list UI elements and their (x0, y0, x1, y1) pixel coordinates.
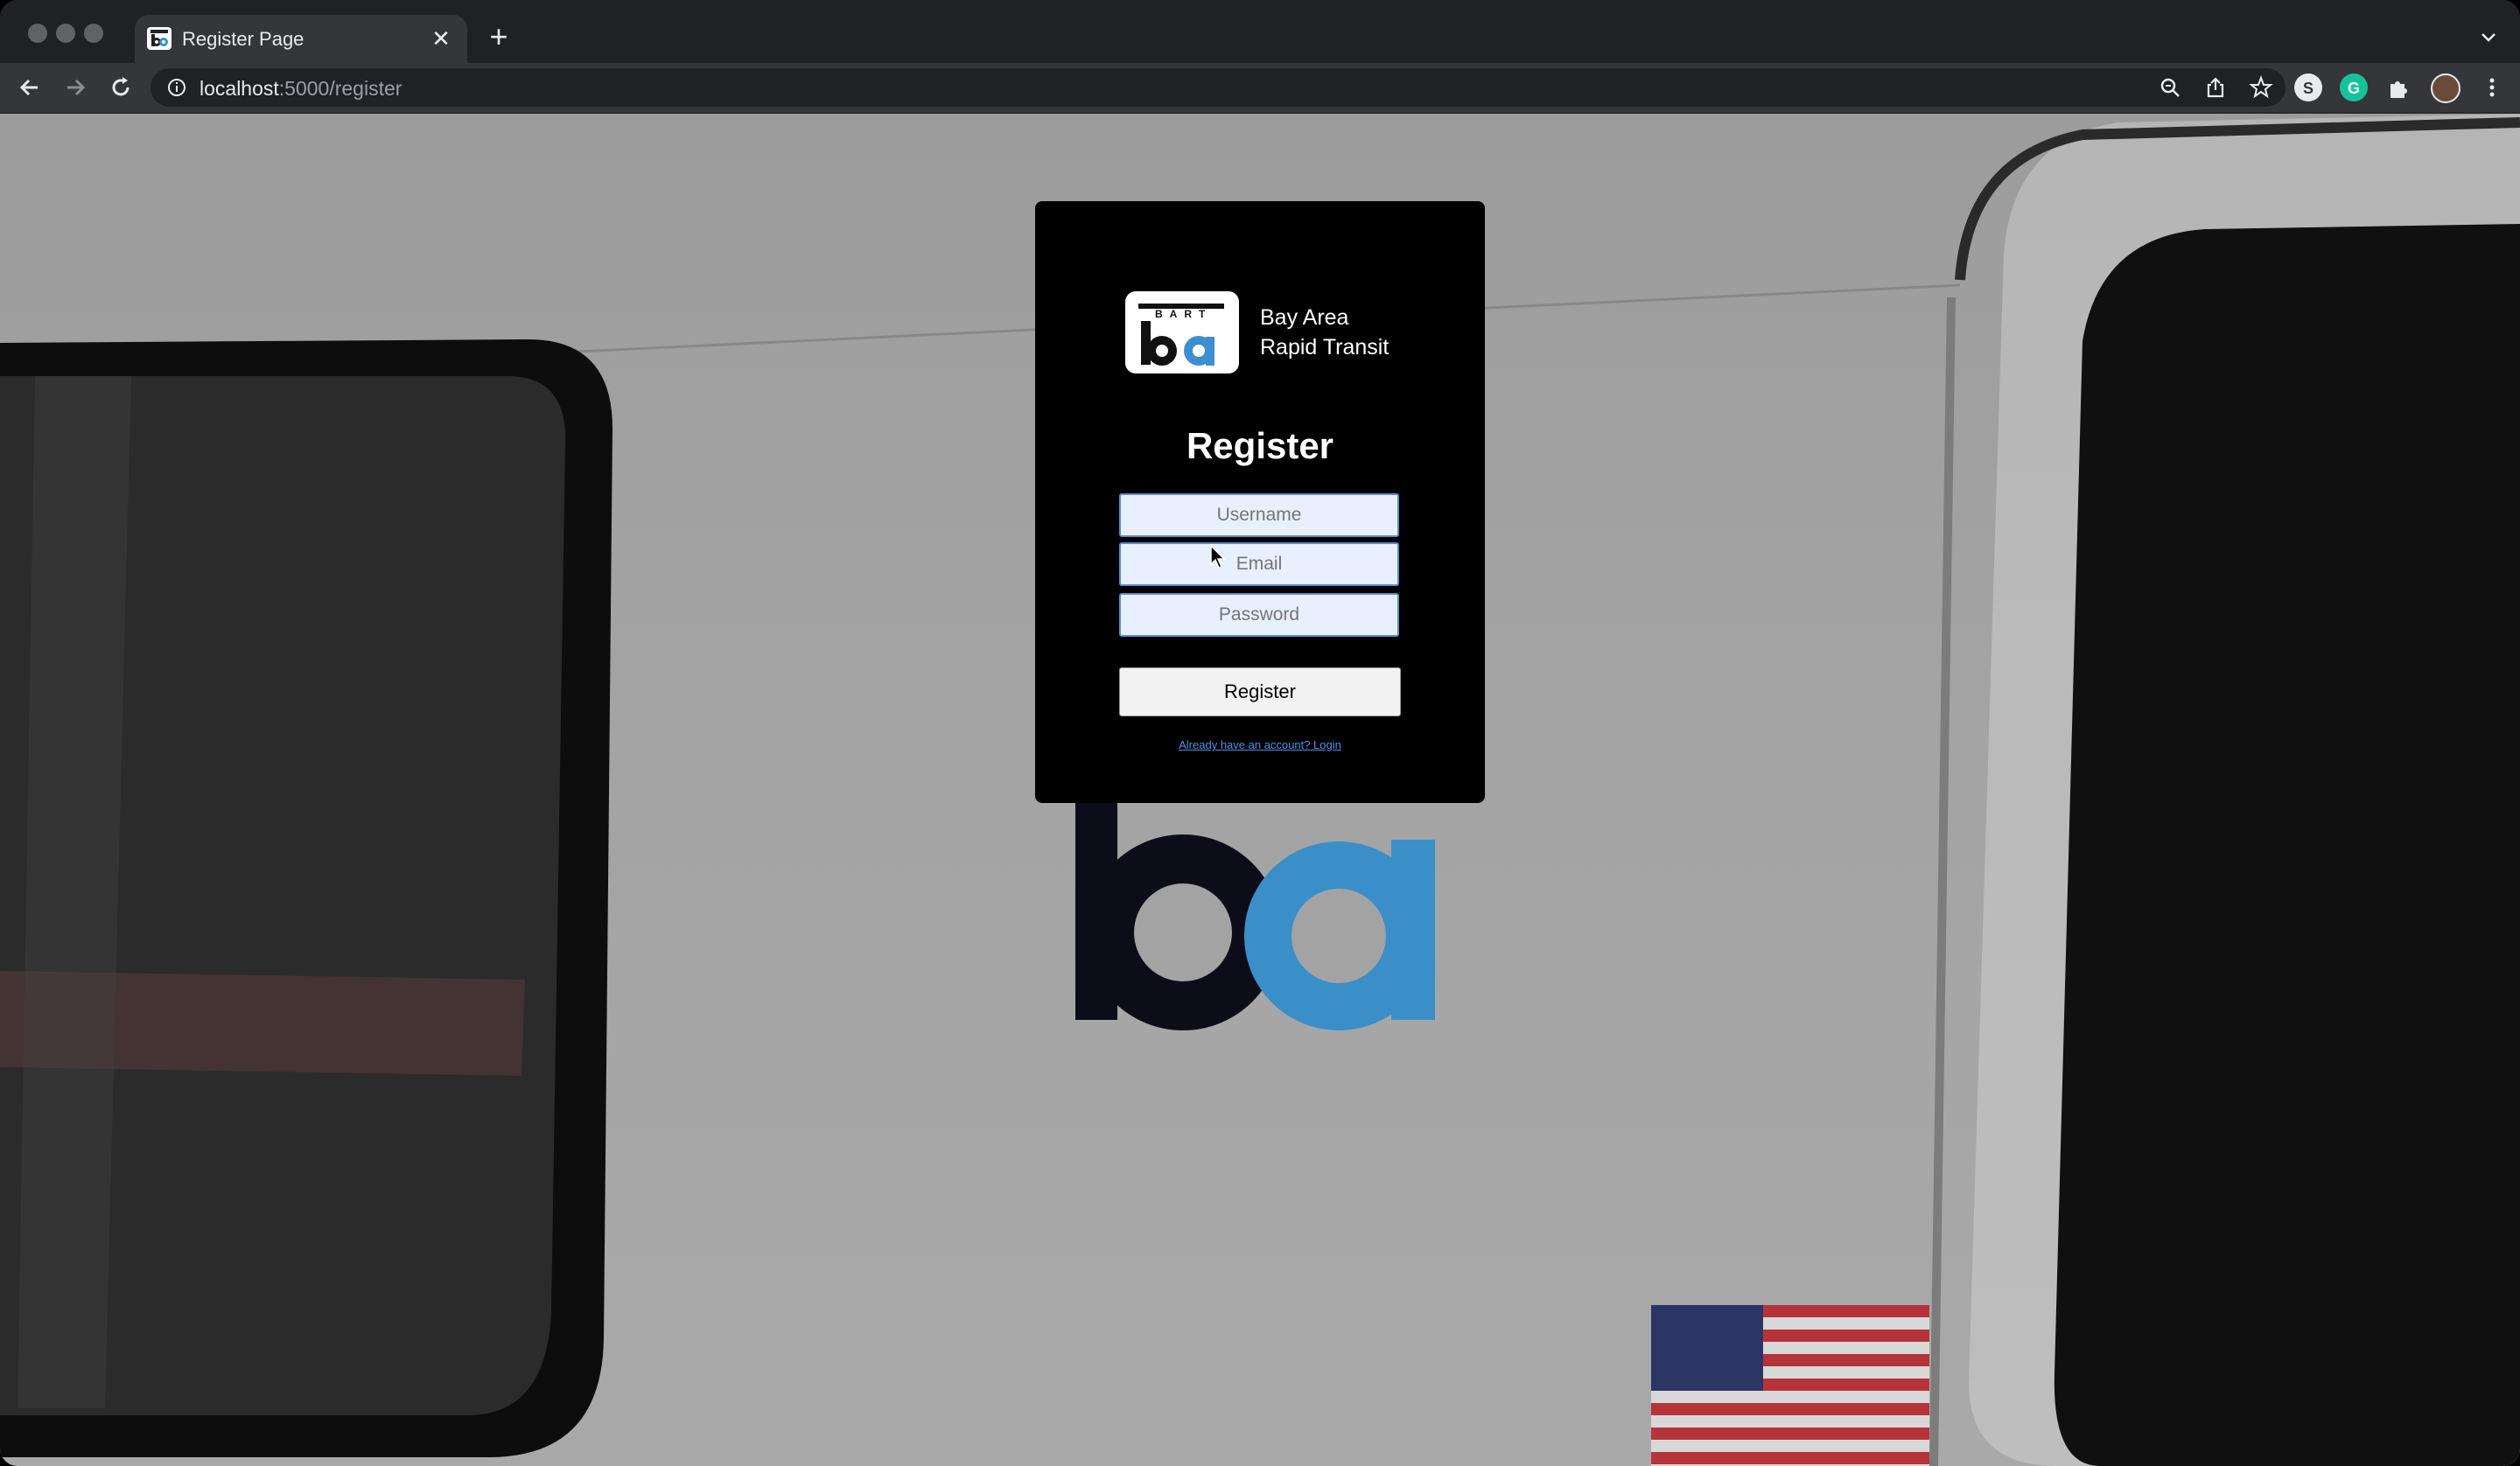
new-tab-plus-icon[interactable]: + (483, 21, 514, 52)
page-title: Register (1186, 425, 1334, 466)
browser-toolbar: localhost:5000/register S G (0, 63, 2520, 114)
profile-avatar[interactable] (2431, 73, 2460, 103)
bart-favicon-icon (147, 27, 172, 50)
kebab-menu-icon[interactable] (2478, 73, 2506, 101)
close-window-button[interactable] (28, 24, 47, 43)
bart-logo: BART (1125, 291, 1239, 373)
puzzle-icon[interactable] (2385, 73, 2413, 101)
address-bar[interactable]: localhost:5000/register (150, 68, 2286, 107)
register-button[interactable]: Register (1119, 667, 1401, 716)
maximize-window-button[interactable] (84, 24, 103, 43)
tab-strip: Register Page ✕ + (0, 0, 2520, 63)
reload-icon[interactable] (105, 72, 136, 103)
american-flag (1651, 1305, 1929, 1466)
tab-close-icon[interactable]: ✕ (425, 23, 457, 54)
share-icon[interactable] (2203, 75, 2228, 100)
email-input[interactable] (1119, 542, 1399, 586)
info-icon[interactable] (166, 77, 187, 98)
star-icon[interactable] (2249, 75, 2273, 100)
chevron-down-icon[interactable] (2476, 24, 2501, 49)
bart-logo-mark: BART (1155, 308, 1212, 320)
page-background: BART Bay Area Rapid Transit Register Reg… (0, 114, 2520, 1466)
tab-title: Register Page (182, 28, 304, 50)
grammarly-icon[interactable]: G (2340, 73, 2368, 101)
browser-window: Register Page ✕ + localhost:5000/registe… (0, 0, 2520, 1466)
svg-text:S: S (2303, 80, 2314, 97)
logo-wordmark: Bay Area Rapid Transit (1260, 303, 1389, 362)
extension-s-icon[interactable]: S (2294, 73, 2322, 101)
minimize-window-button[interactable] (56, 24, 75, 43)
svg-text:G: G (2348, 80, 2360, 97)
forward-arrow-icon[interactable] (60, 72, 91, 103)
register-card: BART Bay Area Rapid Transit Register Reg… (1035, 201, 1485, 803)
browser-tab[interactable]: Register Page ✕ (135, 15, 467, 63)
login-link[interactable]: Already have an account? Login (1035, 738, 1485, 751)
url-host: localhost (200, 77, 279, 100)
zoom-icon[interactable] (2158, 75, 2182, 100)
url-text[interactable]: localhost:5000/register (200, 77, 402, 101)
url-path: :5000/register (278, 77, 402, 100)
logo-line-1: Bay Area (1260, 305, 1349, 330)
mouse-cursor-icon (1210, 544, 1226, 574)
logo-line-2: Rapid Transit (1260, 335, 1390, 360)
username-input[interactable] (1119, 493, 1399, 537)
password-input[interactable] (1119, 593, 1399, 637)
back-arrow-icon[interactable] (14, 72, 46, 103)
